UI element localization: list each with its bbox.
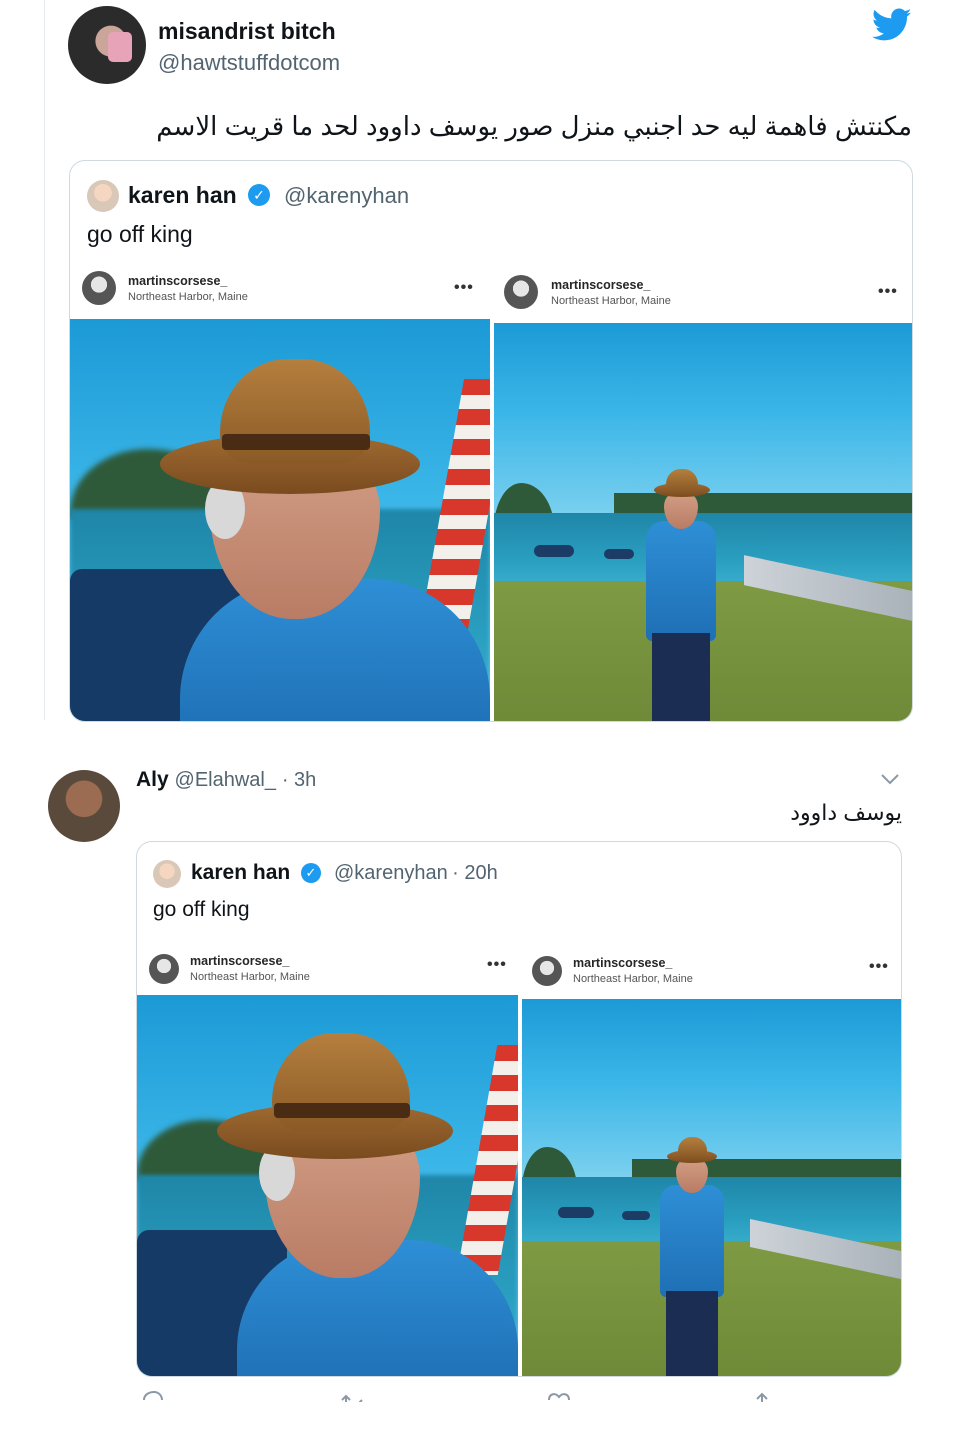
tweet-1: misandrist bitch @hawtstuffdotcom مكنتش …	[0, 0, 953, 730]
more-icon[interactable]: •••	[869, 958, 889, 976]
avatar[interactable]	[68, 6, 146, 84]
tweet-header: Aly @Elahwal_ · 3h	[136, 768, 316, 792]
ig-avatar	[149, 954, 179, 984]
ig-avatar	[532, 956, 562, 986]
quoted-tweet[interactable]: karen han ✓ @karenyhan · 20h go off king…	[136, 841, 902, 1377]
ig-header: martinscorsese_ Northeast Harbor, Maine	[128, 274, 248, 305]
avatar[interactable]	[48, 770, 120, 842]
handle[interactable]: @hawtstuffdotcom	[158, 50, 340, 76]
display-name[interactable]: misandrist bitch	[158, 18, 336, 45]
quoted-text: go off king	[87, 221, 193, 247]
quoted-handle: @karenyhan	[284, 183, 410, 208]
ig-header: martinscorsese_ Northeast Harbor, Maine	[190, 954, 310, 985]
quoted-tweet[interactable]: karen han ✓ @karenyhan go off king marti…	[69, 160, 913, 722]
ig-avatar	[82, 271, 116, 305]
avatar	[87, 180, 119, 212]
ig-header: martinscorsese_ Northeast Harbor, Maine	[573, 956, 693, 987]
quoted-display-name: karen han	[191, 861, 291, 884]
verified-badge-icon: ✓	[301, 863, 321, 883]
tweet-text: مكنتش فاهمة ليه حد اجنبي منزل صور يوسف د…	[156, 111, 912, 141]
quoted-handle: @karenyhan	[334, 862, 448, 884]
photo-fullbody[interactable]	[522, 999, 901, 1376]
more-icon[interactable]: •••	[487, 956, 507, 974]
ig-location: Northeast Harbor, Maine	[551, 295, 671, 307]
quoted-timestamp: · 20h	[452, 862, 498, 884]
tweet-2: Aly @Elahwal_ · 3h يوسف داوود karen han …	[0, 750, 953, 1440]
handle[interactable]: @Elahwal_	[175, 769, 276, 791]
ig-username: martinscorsese_	[551, 278, 651, 292]
tweet-text: يوسف داوود	[790, 800, 902, 825]
twitter-bird-icon	[871, 8, 912, 42]
photo-fullbody[interactable]	[494, 323, 912, 721]
ig-location: Northeast Harbor, Maine	[128, 291, 248, 303]
quoted-meta: @karenyhan · 20h	[334, 862, 498, 885]
bottom-crop	[0, 1402, 953, 1440]
ig-header: martinscorsese_ Northeast Harbor, Maine	[551, 278, 671, 309]
quoted-display-name: karen han	[128, 182, 237, 208]
ig-avatar	[504, 275, 538, 309]
quoted-text: go off king	[153, 898, 250, 921]
avatar	[153, 860, 181, 888]
more-icon[interactable]: •••	[454, 279, 474, 297]
divider	[44, 0, 45, 720]
chevron-down-icon[interactable]	[880, 772, 900, 788]
photo-portrait[interactable]	[70, 319, 490, 721]
ig-location: Northeast Harbor, Maine	[190, 971, 310, 983]
timestamp[interactable]: · 3h	[282, 769, 316, 791]
ig-username: martinscorsese_	[573, 956, 673, 970]
more-icon[interactable]: •••	[878, 283, 898, 301]
verified-badge-icon: ✓	[248, 184, 270, 206]
ig-location: Northeast Harbor, Maine	[573, 973, 693, 985]
ig-username: martinscorsese_	[190, 954, 290, 968]
display-name[interactable]: Aly	[136, 768, 169, 791]
photo-portrait[interactable]	[137, 995, 518, 1376]
ig-username: martinscorsese_	[128, 274, 228, 288]
